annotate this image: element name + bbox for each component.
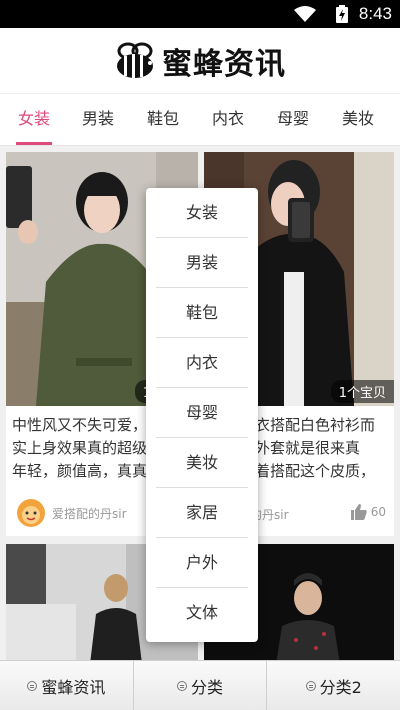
- menu-item-home[interactable]: 家居: [156, 488, 248, 538]
- nav-bee-news-button[interactable]: 蜜蜂资讯: [0, 661, 134, 710]
- menu-item-sports[interactable]: 文体: [156, 588, 248, 638]
- wifi-icon: [294, 6, 316, 22]
- menu-item-shoes-bags[interactable]: 鞋包: [156, 288, 248, 338]
- category-tabs: 女装 男装 鞋包 内衣 母婴 美妆: [0, 94, 400, 146]
- status-bar: 8:43: [0, 0, 400, 28]
- menu-item-underwear[interactable]: 内衣: [156, 338, 248, 388]
- author-avatar-icon: [17, 499, 45, 527]
- menu-item-baby[interactable]: 母婴: [156, 388, 248, 438]
- author-name: 爱搭配的丹sir: [52, 506, 127, 521]
- item-count-badge: 1个宝贝: [330, 380, 394, 403]
- menu-item-men[interactable]: 男装: [156, 238, 248, 288]
- menu-icon: [177, 681, 187, 691]
- tab-beauty[interactable]: 美妆: [326, 94, 390, 146]
- tab-women[interactable]: 女装: [2, 94, 66, 146]
- nav-category2-button[interactable]: 分类2: [267, 661, 400, 710]
- nav-category-button[interactable]: 分类: [133, 661, 268, 710]
- menu-item-beauty[interactable]: 美妆: [156, 438, 248, 488]
- menu-icon: [305, 681, 316, 691]
- status-time: 8:43: [358, 4, 392, 23]
- thumbs-up-icon: [350, 504, 367, 520]
- logo-text: 蜜蜂资讯: [162, 47, 286, 82]
- nav-label: 分类: [191, 678, 224, 697]
- nav-label: 蜜蜂资讯: [41, 678, 106, 697]
- category-dropdown-menu: 女装 男装 鞋包 内衣 母婴 美妆 家居 户外 文体: [146, 188, 258, 642]
- battery-icon: [336, 5, 348, 23]
- bottom-nav: 蜜蜂资讯 分类 分类2: [0, 660, 400, 710]
- menu-icon: [27, 681, 38, 691]
- nav-label: 分类2: [319, 678, 362, 697]
- app-header: 蜜蜂资讯: [0, 28, 400, 94]
- menu-item-outdoor[interactable]: 户外: [156, 538, 248, 588]
- tab-underwear[interactable]: 内衣: [196, 94, 260, 146]
- menu-item-women[interactable]: 女装: [156, 188, 248, 238]
- tab-shoes-bags[interactable]: 鞋包: [131, 94, 195, 146]
- tab-men[interactable]: 男装: [66, 94, 130, 146]
- like-count: 60: [370, 505, 386, 519]
- tab-baby[interactable]: 母婴: [261, 94, 325, 146]
- bee-icon: [117, 42, 153, 78]
- app-logo: 蜜蜂资讯: [112, 40, 286, 82]
- card-author[interactable]: 爱搭配的丹sir: [16, 498, 127, 528]
- like-button[interactable]: 60: [350, 504, 386, 520]
